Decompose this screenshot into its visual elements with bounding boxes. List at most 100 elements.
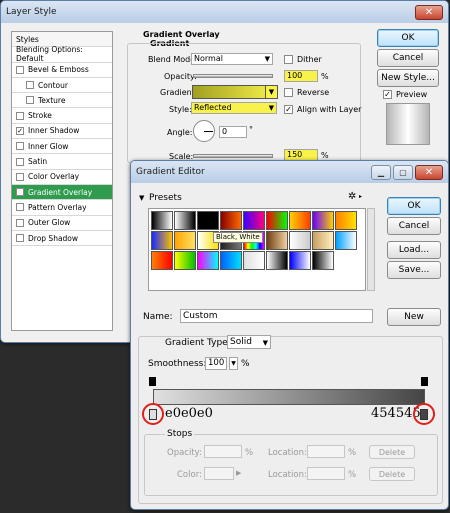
stop-opacity-input[interactable] (204, 445, 242, 458)
style-item-checkbox[interactable] (16, 234, 24, 242)
maximize-icon[interactable]: ▢ (393, 164, 413, 180)
style-item[interactable]: Stroke (12, 108, 112, 124)
name-input[interactable]: Custom (180, 309, 373, 323)
opacity-stop-left[interactable] (149, 377, 156, 386)
style-item-checkbox[interactable] (16, 203, 24, 212)
reverse-checkbox[interactable] (284, 88, 293, 97)
preset-swatch[interactable] (151, 211, 173, 230)
smoothness-input[interactable]: 100 (205, 357, 227, 370)
stop-color-label: Color: (177, 470, 202, 480)
preset-swatch[interactable] (312, 231, 334, 250)
style-item-checkbox[interactable] (16, 111, 24, 120)
presets-scrollbar[interactable] (367, 208, 375, 291)
style-item-label: Blending Options: Default (16, 45, 83, 64)
cancel-button[interactable]: Cancel (377, 49, 439, 67)
preset-swatch[interactable] (174, 251, 196, 270)
preset-swatch[interactable] (220, 251, 242, 270)
gradient-bar[interactable] (153, 389, 425, 405)
smoothness-chevron-icon[interactable]: ▼ (229, 357, 238, 370)
preset-swatch[interactable] (312, 251, 334, 270)
style-item-checkbox[interactable]: ✓ (16, 188, 24, 197)
presets-label: Presets (149, 193, 182, 203)
preset-swatch[interactable] (312, 211, 334, 230)
preset-swatch[interactable] (174, 231, 196, 250)
gradient-editor-titlebar: Gradient Editor ▁ ▢ ✕ (131, 161, 448, 183)
style-item[interactable]: Pattern Overlay (12, 200, 112, 216)
new-style-button[interactable]: New Style... (377, 69, 439, 87)
preset-swatch[interactable] (289, 231, 311, 250)
stop-color-location-input[interactable] (307, 467, 345, 480)
style-item[interactable]: Bevel & Emboss (12, 63, 112, 78)
preset-swatch[interactable] (243, 211, 265, 230)
gradient-type-select[interactable]: Solid ▼ (227, 335, 271, 349)
blend-mode-select[interactable]: Normal ▼ (191, 53, 273, 65)
preset-swatch[interactable] (174, 211, 196, 230)
opacity-slider[interactable] (193, 74, 273, 78)
close-icon[interactable]: ✕ (415, 4, 443, 20)
opacity-input[interactable]: 100 (284, 70, 318, 82)
ok-button[interactable]: OK (377, 29, 439, 47)
style-item[interactable]: Contour (12, 78, 112, 94)
preset-swatch[interactable] (335, 231, 357, 250)
gear-icon[interactable]: ✲ (348, 191, 356, 202)
presets-swatches (151, 211, 363, 289)
align-checkbox[interactable]: ✓ (284, 105, 293, 114)
preset-swatch[interactable] (151, 251, 173, 270)
opacity-stop-right[interactable] (421, 377, 428, 386)
stop-color-swatch[interactable] (204, 467, 234, 480)
stop-opacity-delete-button[interactable]: Delete (369, 445, 415, 459)
save-button[interactable]: Save... (387, 261, 441, 279)
style-item[interactable]: ✓ Gradient Overlay (12, 184, 112, 201)
stop-color-arrow-icon[interactable]: ▶ (236, 469, 241, 477)
preview-checkbox[interactable]: ✓ (383, 90, 392, 99)
preset-swatch[interactable] (243, 251, 265, 270)
presets-toggle-icon[interactable]: ▼ (139, 194, 144, 202)
gradient-type-label: Gradient Type: (165, 338, 231, 348)
preset-swatch[interactable] (197, 211, 219, 230)
style-item[interactable]: Color Overlay (12, 170, 112, 185)
style-item-checkbox[interactable] (26, 81, 34, 90)
presets-grid: Black, White (148, 208, 366, 291)
preset-swatch[interactable] (266, 251, 288, 270)
style-item[interactable]: Drop Shadow (12, 231, 112, 247)
style-item-checkbox[interactable] (16, 142, 24, 151)
style-item-checkbox[interactable] (16, 218, 24, 227)
angle-dial[interactable] (193, 120, 215, 142)
style-item[interactable]: Satin (12, 154, 112, 170)
style-item[interactable]: ✓ Inner Shadow (12, 124, 112, 140)
style-item-checkbox[interactable] (26, 96, 34, 105)
load-button[interactable]: Load... (387, 241, 441, 259)
preset-swatch[interactable] (197, 251, 219, 270)
preset-swatch[interactable] (220, 211, 242, 230)
style-select[interactable]: Reflected ▼ (191, 102, 277, 114)
style-item[interactable]: Blending Options: Default (12, 45, 112, 64)
style-item-checkbox[interactable] (16, 157, 24, 166)
close-icon[interactable]: ✕ (415, 164, 443, 180)
preset-swatch[interactable] (335, 211, 357, 230)
preset-swatch[interactable] (151, 231, 173, 250)
style-item[interactable]: Texture (12, 93, 112, 109)
style-item-label: Texture (38, 95, 66, 105)
editor-cancel-button[interactable]: Cancel (387, 217, 441, 235)
editor-ok-button[interactable]: OK (387, 197, 441, 215)
preset-swatch[interactable] (266, 211, 288, 230)
preset-swatch[interactable] (289, 211, 311, 230)
style-item[interactable]: Outer Glow (12, 216, 112, 231)
new-button[interactable]: New (387, 308, 441, 326)
preset-swatch[interactable] (289, 251, 311, 270)
dither-checkbox[interactable] (284, 55, 293, 64)
gradient-picker[interactable]: ▼ (192, 85, 278, 99)
angle-input[interactable]: 0 (219, 126, 247, 138)
minimize-icon[interactable]: ▁ (371, 164, 391, 180)
stop-opacity-location-input[interactable] (307, 445, 345, 458)
stop-color-delete-button[interactable]: Delete (369, 467, 415, 481)
style-item-checkbox[interactable]: ✓ (16, 126, 24, 135)
style-item-checkbox[interactable] (16, 65, 24, 74)
scale-slider[interactable] (193, 154, 273, 158)
stop-opacity-label: Opacity: (167, 448, 202, 458)
preview-swatch (386, 103, 430, 145)
style-item-checkbox[interactable] (16, 172, 24, 181)
preset-swatch[interactable] (266, 231, 288, 250)
chevron-down-icon: ▼ (262, 339, 268, 347)
style-item[interactable]: Inner Glow (12, 139, 112, 155)
